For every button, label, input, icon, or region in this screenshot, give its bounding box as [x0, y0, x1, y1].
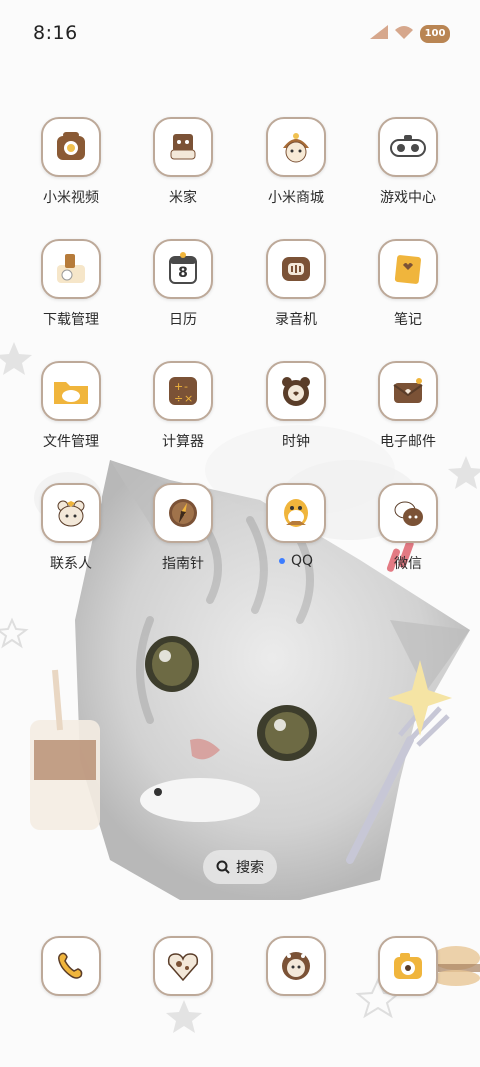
gamepad-icon [378, 117, 438, 177]
browser-icon [266, 936, 326, 996]
messages-icon [153, 936, 213, 996]
video-icon [41, 117, 101, 177]
mail-icon [378, 361, 438, 421]
contacts-icon [41, 483, 101, 543]
app-qq[interactable]: QQ [251, 483, 341, 569]
app-file-manager[interactable]: 文件管理 [26, 361, 116, 451]
svg-text:×: × [184, 392, 193, 405]
calculator-icon: + - ÷ × [153, 361, 213, 421]
app-mijia[interactable]: 米家 [138, 117, 228, 207]
search-label: 搜索 [236, 860, 264, 876]
status-time: 8:16 [33, 22, 78, 44]
battery-level: 100 [424, 28, 446, 39]
calendar-icon: 8 [153, 239, 213, 299]
folder-icon [41, 361, 101, 421]
dock-browser[interactable] [251, 936, 341, 996]
phone-icon [41, 936, 101, 996]
app-calendar[interactable]: 8 日历 [138, 239, 228, 329]
app-label-text: QQ [290, 553, 314, 569]
app-label: 游戏中心 [380, 190, 436, 206]
wifi-icon [394, 24, 414, 43]
app-email[interactable]: 电子邮件 [363, 361, 453, 451]
app-label: 计算器 [162, 434, 204, 450]
app-game-center[interactable]: 游戏中心 [363, 117, 453, 207]
app-label: 文件管理 [43, 434, 99, 450]
app-label: 小米商城 [268, 190, 324, 206]
wechat-icon [378, 483, 438, 543]
dock-messages[interactable] [138, 936, 228, 996]
app-compass[interactable]: 指南针 [138, 483, 228, 573]
app-label: 微信 [394, 556, 422, 572]
app-label: 电子邮件 [380, 434, 436, 450]
status-icons: 100 [370, 24, 450, 43]
app-calculator[interactable]: + - ÷ × 计算器 [138, 361, 228, 451]
download-icon [41, 239, 101, 299]
app-wechat[interactable]: 微信 [363, 483, 453, 573]
app-contacts[interactable]: 联系人 [26, 483, 116, 573]
app-recorder[interactable]: 录音机 [251, 239, 341, 329]
battery-icon: 100 [420, 24, 450, 43]
app-label: 下载管理 [43, 312, 99, 328]
notes-icon [378, 239, 438, 299]
home-device-icon [153, 117, 213, 177]
app-label: 指南针 [162, 556, 204, 572]
app-label: 米家 [169, 190, 197, 206]
search-icon [216, 860, 230, 874]
app-mi-video[interactable]: 小米视频 [26, 117, 116, 207]
app-label: 时钟 [282, 434, 310, 450]
recorder-icon [266, 239, 326, 299]
dock-camera[interactable] [363, 936, 453, 996]
app-label: 日历 [169, 312, 197, 328]
status-bar: 8:16 100 [0, 0, 480, 70]
svg-text:÷: ÷ [174, 392, 183, 405]
camera-icon [378, 936, 438, 996]
app-downloads[interactable]: 下载管理 [26, 239, 116, 329]
app-mi-store[interactable]: 小米商城 [251, 117, 341, 207]
app-label: 联系人 [50, 556, 92, 572]
dock-phone[interactable] [26, 936, 116, 996]
app-label: 录音机 [275, 312, 317, 328]
store-icon [266, 117, 326, 177]
app-label: 小米视频 [43, 190, 99, 206]
app-notes[interactable]: 笔记 [363, 239, 453, 329]
calendar-day: 8 [178, 265, 188, 281]
search-pill-button[interactable]: 搜索 [203, 850, 277, 884]
qq-icon [266, 483, 326, 543]
signal-icon [370, 24, 388, 43]
app-label: 笔记 [394, 312, 422, 328]
clock-icon [266, 361, 326, 421]
compass-icon [153, 483, 213, 543]
new-badge-dot [278, 558, 285, 564]
app-clock[interactable]: 时钟 [251, 361, 341, 451]
app-label: QQ [251, 553, 341, 569]
